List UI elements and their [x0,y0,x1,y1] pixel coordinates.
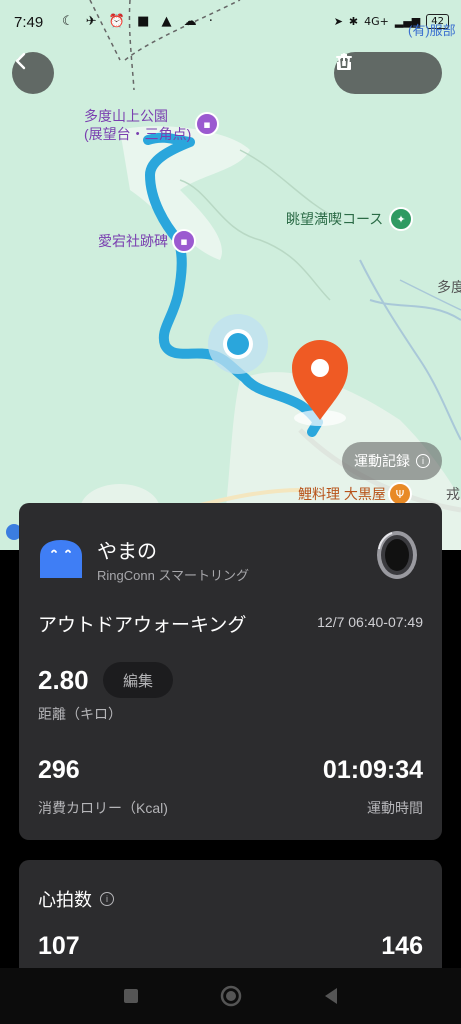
record-label: 運動記録 [354,453,410,469]
map-label-course: 眺望満喫コース [286,211,384,227]
bluetooth-icon: ✱ [348,15,359,28]
activity-datetime: 12/7 06:40-07:49 [317,614,423,630]
status-time: 7:49 [14,14,44,31]
map-label-park: 多度山上公園 [84,108,168,124]
notification-icons: ☾ ✈ ⏰ ■ ▲ ☁ · [62,14,217,29]
workout-summary-card: やまの RingConn スマートリング アウトドアウォーキング 12/7 06… [19,503,442,840]
home-button[interactable] [220,985,242,1007]
map-label-park-sub: (展望台・三角点) [84,126,192,142]
map-actions-pill [334,52,442,94]
map-label-place: 多度 [437,279,461,295]
park-poi-icon[interactable]: ▪ [195,112,219,136]
network-type: 4G+ [364,15,389,28]
map-label-top-right: (有)服部 [408,23,456,38]
workout-detail-screen: ▪ 多度山上公園 (展望台・三角点) ▪ 愛宕社跡碑 眺望満喫コース ✦ 多度 … [0,0,461,1024]
activity-type: アウトドアウォーキング [38,615,247,636]
heart-rate-header: 心拍数 i [38,886,114,912]
user-name: やまの [97,541,157,563]
info-icon: i [416,454,430,468]
heart-rate-min: 107 [38,932,80,960]
back-triangle-icon [324,988,337,1004]
heart-rate-title: 心拍数 [38,890,92,910]
heart-rate-max: 146 [381,932,423,960]
duration-label: 運動時間 [367,800,423,816]
avatar [40,540,82,578]
workout-record-button[interactable]: 運動記録 i [342,442,442,480]
system-nav-bar [0,968,461,1024]
recents-button[interactable] [120,985,142,1007]
distance-label: 距離（キロ） [38,706,122,722]
calories-label: 消費カロリー（Kcal) [38,800,168,816]
map-label-edge: 戎 [446,486,460,502]
hiking-poi-icon[interactable]: ✦ [389,207,413,231]
status-bar: 7:49 ☾ ✈ ⏰ ■ ▲ ☁ · ➤ ✱ 4G+ ▂▄▆ 42 [0,0,461,44]
back-arrow-icon [15,52,26,70]
home-icon [220,985,241,1007]
recents-icon [123,989,138,1003]
back-button[interactable] [12,52,54,94]
device-name: RingConn スマートリング [97,568,250,583]
duration-value: 01:09:34 [322,756,423,784]
location-icon: ➤ [333,15,343,28]
route-map[interactable]: ▪ 多度山上公園 (展望台・三角点) ▪ 愛宕社跡碑 眺望満喫コース ✦ 多度 … [0,0,461,550]
shrine-poi-icon[interactable]: ▪ [172,229,196,253]
edit-distance-button[interactable]: 編集 [103,662,173,698]
smart-ring-icon [377,531,417,579]
map-label-shrine: 愛宕社跡碑 [98,233,168,249]
distance-value: 2.80 [38,665,89,695]
heart-rate-info-icon[interactable]: i [100,892,114,906]
map-label-restaurant: 鯉料理 大黒屋 [298,486,386,502]
back-nav-button[interactable] [320,985,342,1007]
trash-icon [336,54,352,70]
calories-value: 296 [38,756,80,784]
